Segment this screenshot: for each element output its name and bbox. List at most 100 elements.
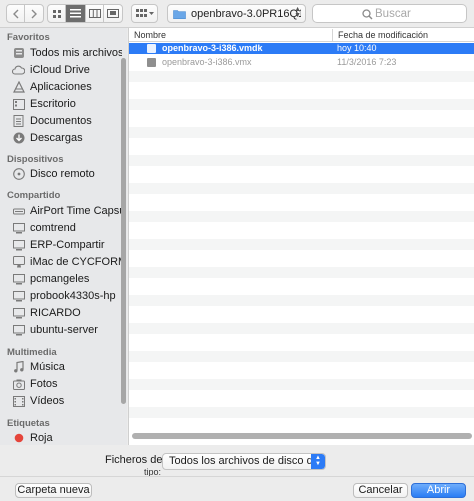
toolbar: openbravo-3.0PR16Q1-... ▲▼ Buscar	[0, 0, 474, 28]
sidebar-item-documentos[interactable]: Documentos	[0, 113, 122, 129]
sidebar-item-todos-mis-archivos[interactable]: Todos mis archivos	[0, 45, 122, 61]
sidebar-item-airport[interactable]: AirPort Time Capsule	[0, 203, 122, 219]
new-folder-button[interactable]: Carpeta nueva	[15, 483, 92, 498]
path-popup[interactable]: openbravo-3.0PR16Q1-... ▲▼	[167, 4, 306, 23]
arrange-icon	[135, 9, 154, 17]
sidebar-item-ubuntu-server[interactable]: ubuntu-server	[0, 322, 122, 338]
arrange-button-inner	[132, 5, 157, 22]
photos-icon	[12, 378, 25, 391]
empty-row	[129, 295, 474, 306]
sidebar-item-label: Disco remoto	[30, 168, 95, 180]
file-row-vmx[interactable]: openbravo-3-i386.vmx 11/3/2016 7:23	[129, 57, 474, 68]
sidebar-item-imac-cycforma[interactable]: iMac de CYCFORMA	[0, 254, 122, 270]
file-row-vmdk[interactable]: openbravo-3-i386.vmdk hoy 10:40	[129, 43, 474, 54]
back-button[interactable]	[7, 5, 25, 22]
sidebar: Favoritos Todos mis archivos iCloud Driv…	[0, 28, 127, 445]
sidebar-scrollbar[interactable]	[121, 58, 126, 404]
empty-row	[129, 379, 474, 390]
sidebar-heading-multimedia: Multimedia	[7, 347, 57, 358]
sidebar-item-probook[interactable]: probook4330s-hp	[0, 288, 122, 304]
coverflow-view-icon	[107, 9, 119, 18]
sidebar-item-roja[interactable]: Roja	[0, 430, 122, 445]
desktop-icon	[12, 98, 25, 111]
coverflow-view-button[interactable]	[104, 5, 122, 22]
empty-row	[129, 211, 474, 222]
sidebar-item-label: Documentos	[30, 115, 92, 127]
column-header-name[interactable]: Nombre	[134, 30, 166, 40]
sidebar-item-label: Todos mis archivos	[30, 47, 122, 59]
navigation-buttons	[6, 4, 44, 23]
sidebar-item-comtrend[interactable]: comtrend	[0, 220, 122, 236]
sidebar-heading-compartido: Compartido	[7, 190, 61, 201]
icon-view-button[interactable]	[48, 5, 66, 22]
cancel-button[interactable]: Cancelar	[353, 483, 408, 498]
bottom-bar: Carpeta nueva Cancelar Abrir	[0, 476, 474, 501]
sidebar-item-label: ubuntu-server	[30, 324, 98, 336]
sidebar-item-label: comtrend	[30, 222, 76, 234]
empty-row	[129, 323, 474, 334]
format-select[interactable]: Todos los archivos de disco duro... ▲ ▼	[162, 453, 326, 470]
sidebar-item-label: Roja	[30, 432, 53, 444]
column-view-icon	[88, 9, 101, 18]
sidebar-item-ricardo[interactable]: RICARDO	[0, 305, 122, 321]
all-files-icon	[12, 47, 25, 60]
sidebar-item-erp-compartir[interactable]: ERP-Compartir	[0, 237, 122, 253]
network-device-icon	[12, 205, 25, 218]
sidebar-item-label: Escritorio	[30, 98, 76, 110]
file-list-header: Nombre Fecha de modificación	[129, 28, 474, 42]
sidebar-item-fotos[interactable]: Fotos	[0, 376, 122, 392]
list-view-button[interactable]	[66, 5, 86, 22]
computer-icon	[12, 290, 25, 303]
view-mode-selector	[47, 4, 123, 23]
format-bar: Ficheros de tipo: Todos los archivos de …	[7, 450, 467, 477]
sidebar-heading-dispositivos: Dispositivos	[7, 154, 64, 165]
chevron-right-icon	[31, 9, 37, 18]
empty-row	[129, 239, 474, 250]
sidebar-item-label: Descargas	[30, 132, 83, 144]
sidebar-item-descargas[interactable]: Descargas	[0, 130, 122, 146]
search-icon	[362, 9, 373, 20]
sidebar-item-label: Fotos	[30, 378, 58, 390]
sidebar-item-aplicaciones[interactable]: Aplicaciones	[0, 79, 122, 95]
column-header-date[interactable]: Fecha de modificación	[338, 30, 428, 40]
empty-row	[129, 407, 474, 418]
sidebar-item-escritorio[interactable]: Escritorio	[0, 96, 122, 112]
sidebar-item-icloud-drive[interactable]: iCloud Drive	[0, 62, 122, 78]
sidebar-item-disco-remoto[interactable]: Disco remoto	[0, 166, 122, 182]
computer-icon	[12, 307, 25, 320]
sidebar-item-pcmangeles[interactable]: pcmangeles	[0, 271, 122, 287]
chevron-left-icon	[12, 9, 18, 18]
empty-row	[129, 99, 474, 110]
icon-view-icon	[52, 9, 61, 18]
sidebar-heading-favoritos: Favoritos	[7, 32, 50, 43]
file-name: openbravo-3-i386.vmx	[162, 57, 252, 67]
computer-icon	[12, 222, 25, 235]
sidebar-item-label: iMac de CYCFORMA	[30, 256, 122, 268]
open-file-dialog: openbravo-3.0PR16Q1-... ▲▼ Buscar Favori…	[0, 0, 474, 501]
column-divider	[332, 29, 333, 41]
popup-arrows-icon: ▲ ▼	[294, 6, 301, 19]
folder-icon	[173, 9, 186, 19]
sidebar-item-musica[interactable]: Música	[0, 359, 122, 375]
file-icon	[147, 44, 156, 53]
empty-row	[129, 155, 474, 166]
search-placeholder: Buscar	[375, 7, 411, 20]
sidebar-item-videos[interactable]: Vídeos	[0, 393, 122, 409]
sidebar-item-label: AirPort Time Capsule	[30, 205, 122, 217]
horizontal-scrollbar[interactable]	[132, 433, 472, 439]
sidebar-item-label: Aplicaciones	[30, 81, 92, 93]
sidebar-item-label: RICARDO	[30, 307, 81, 319]
arrange-menu-button[interactable]	[131, 4, 158, 23]
forward-button[interactable]	[25, 5, 43, 22]
column-view-button[interactable]	[86, 5, 104, 22]
open-button[interactable]: Abrir	[411, 483, 466, 498]
imac-icon	[12, 256, 25, 269]
path-label: openbravo-3.0PR16Q1-...	[191, 7, 301, 20]
search-field[interactable]: Buscar	[312, 4, 467, 23]
file-name: openbravo-3-i386.vmdk	[162, 43, 263, 53]
format-label: Ficheros de	[105, 454, 163, 466]
video-icon	[12, 395, 25, 408]
documents-icon	[12, 115, 25, 128]
sidebar-item-label: probook4330s-hp	[30, 290, 116, 302]
sidebar-item-label: iCloud Drive	[30, 64, 90, 76]
